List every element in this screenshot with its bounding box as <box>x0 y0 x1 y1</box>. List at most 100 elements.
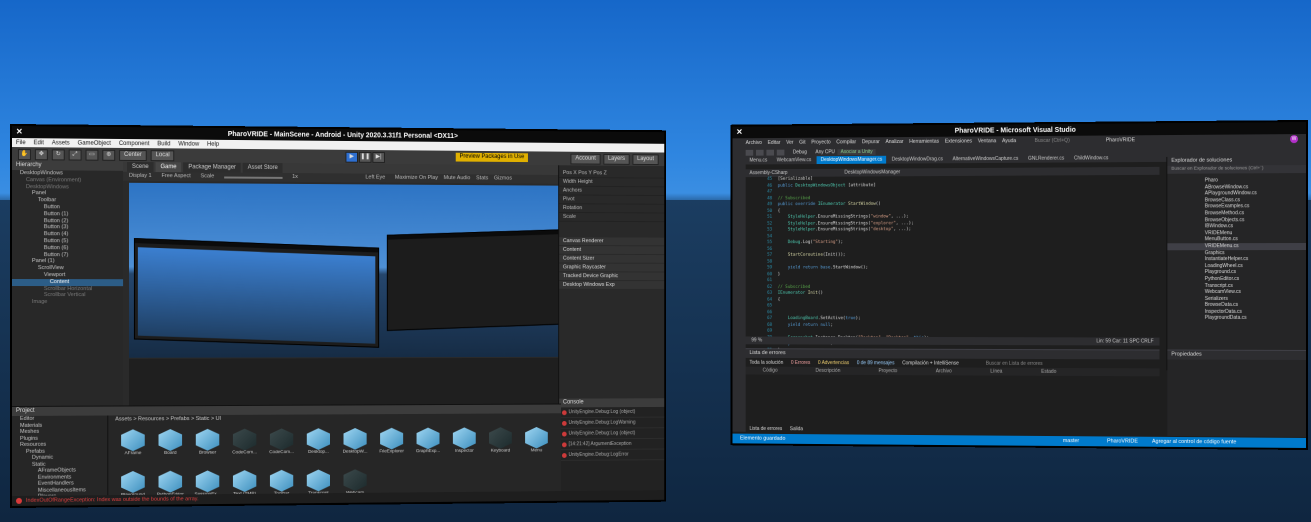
vs-window[interactable]: ✕ PharoVRIDE - Microsoft Visual Studio A… <box>730 120 1308 450</box>
inspector-component[interactable]: Content Sizer <box>559 254 665 263</box>
rotate-tool-icon[interactable]: ↻ <box>51 148 65 160</box>
tab-game[interactable]: Game <box>155 162 182 173</box>
hand-tool-icon[interactable]: ✋ <box>17 148 31 160</box>
menu-item-window[interactable]: Window <box>178 141 199 147</box>
menu-item-build[interactable]: Build <box>157 141 170 147</box>
asset-item[interactable]: Browser <box>192 427 223 465</box>
asset-item[interactable]: CodeCom... <box>229 427 260 465</box>
error-column-header[interactable]: Descripción <box>816 367 841 375</box>
option-maximize-on-play[interactable]: Maximize On Play <box>395 175 438 181</box>
scale-slider[interactable] <box>224 176 283 179</box>
vs-menu-item[interactable]: Ver <box>786 140 793 146</box>
inspector-component[interactable]: Content <box>559 245 665 255</box>
code-editor[interactable]: Assembly-CSharp DesktopWindowsManager 45… <box>745 166 1160 353</box>
console-row[interactable]: [14:21:42] ArgumentException <box>559 438 665 451</box>
option-stats[interactable]: Stats <box>476 175 488 181</box>
back-icon[interactable] <box>745 149 754 156</box>
option-gizmos[interactable]: Gizmos <box>494 175 512 181</box>
editor-tab[interactable]: GNLRenderer.cs <box>1024 155 1068 163</box>
account-dropdown[interactable]: Account <box>570 153 601 165</box>
avatar[interactable]: W <box>1290 135 1299 144</box>
editor-tab[interactable]: DesktopWindowsManager.cs <box>816 155 887 165</box>
undo-icon[interactable] <box>776 149 785 156</box>
bottom-tab[interactable]: Lista de errores <box>749 425 782 433</box>
asset-item[interactable]: AFrame <box>117 427 149 465</box>
editor-tab[interactable]: WebcamView.cs <box>773 156 815 164</box>
errors-filter[interactable]: 0 Errores <box>791 360 810 366</box>
pause-icon[interactable]: ❚❚ <box>358 151 372 163</box>
close-icon[interactable]: ✕ <box>16 127 23 136</box>
asset-item[interactable]: FileExplorer <box>376 426 407 463</box>
pivot-local-toggle[interactable]: Local <box>150 149 175 161</box>
error-column-header[interactable]: Código <box>763 367 778 375</box>
editor-tab[interactable]: DesktopWindowDrag.cs <box>888 155 947 163</box>
inspector-component[interactable]: Desktop Windows Exp <box>559 280 665 289</box>
preview-packages-badge[interactable]: Preview Packages in Use <box>455 152 528 163</box>
pivot-center-toggle[interactable]: Center <box>119 149 147 161</box>
warnings-filter[interactable]: 0 Advertencias <box>818 360 849 366</box>
asset-item[interactable]: DesktopW... <box>340 426 371 464</box>
inspector-component[interactable]: Graphic Raycaster <box>559 263 665 272</box>
asset-item[interactable]: CodeCom... <box>266 426 297 464</box>
error-column-header[interactable]: Archivo <box>936 367 952 375</box>
aspect-dropdown[interactable]: Free Aspect <box>161 172 190 181</box>
console-row[interactable]: UnityEngine.Debug:LogError <box>559 449 665 461</box>
asset-item[interactable]: GraphExp... <box>413 426 444 463</box>
tab-asset-store[interactable]: Asset Store <box>242 162 283 173</box>
rect-tool-icon[interactable]: ▭ <box>85 149 99 161</box>
menu-item-component[interactable]: Component <box>119 140 150 146</box>
vs-menu-item[interactable]: Analizar <box>885 139 903 145</box>
vs-menu-item[interactable]: Editar <box>768 140 781 146</box>
eye-dropdown[interactable]: Left Eye <box>365 174 385 183</box>
unity-window[interactable]: ✕ PharoVRIDE - MainScene - Android - Uni… <box>10 124 667 508</box>
transform-tool-icon[interactable]: ⊕ <box>102 149 116 161</box>
menu-item-assets[interactable]: Assets <box>52 140 70 146</box>
vs-menu-item[interactable]: Archivo <box>746 140 762 146</box>
vs-menu-item[interactable]: Ventana <box>978 138 996 144</box>
tab-scene[interactable]: Scene <box>127 161 154 173</box>
console-row[interactable]: UnityEngine.Debug:Log (object) <box>559 428 665 440</box>
vs-menu-item[interactable]: Git <box>799 140 805 146</box>
forward-icon[interactable] <box>756 149 764 156</box>
branch-name[interactable]: master <box>1063 436 1079 446</box>
editor-tab[interactable]: ChildWindow.cs <box>1070 154 1112 162</box>
game-viewport[interactable] <box>128 182 563 358</box>
layers-dropdown[interactable]: Layers <box>603 153 630 165</box>
option-mute-audio[interactable]: Mute Audio <box>444 175 471 181</box>
console-row[interactable]: UnityEngine.Debug:Log (object) <box>559 406 665 419</box>
move-tool-icon[interactable]: ✥ <box>34 148 48 160</box>
vs-search-input[interactable]: Buscar (Ctrl+Q) <box>1035 138 1070 144</box>
play-icon[interactable]: ▶ <box>345 151 358 163</box>
editor-tab[interactable]: AlternativeWindowsCapture.cs <box>949 155 1022 163</box>
class-dropdown[interactable]: DesktopWindowsManager <box>844 168 900 176</box>
solution-search-input[interactable]: Buscar en Explorador de soluciones (Ctrl… <box>1167 165 1307 174</box>
display-dropdown[interactable]: Display 1 <box>129 172 152 181</box>
status-right[interactable]: Agregar al control de código fuente <box>1152 437 1236 448</box>
vs-menu-item[interactable]: Proyecto <box>811 140 830 146</box>
platform-dropdown[interactable]: Any CPU <box>815 149 835 155</box>
config-dropdown[interactable]: Debug <box>793 149 807 155</box>
attach-unity-button[interactable]: Asociar a Unity <box>837 148 876 155</box>
tab-package-manager[interactable]: Package Manager <box>183 162 241 173</box>
asset-item[interactable]: Desktop... <box>303 426 334 464</box>
vs-menu-item[interactable]: Herramientas <box>909 139 939 145</box>
error-search-input[interactable]: Buscar en Lista de errores <box>986 360 1043 366</box>
repo-name[interactable]: PharoVRIDE <box>1107 436 1138 446</box>
asset-item[interactable]: Inspector <box>449 425 479 462</box>
menu-item-edit[interactable]: Edit <box>34 140 44 146</box>
save-icon[interactable] <box>766 149 774 156</box>
vs-menu-item[interactable]: Depurar <box>862 139 880 145</box>
menu-item-file[interactable]: File <box>16 140 26 146</box>
scale-tool-icon[interactable]: ⤢ <box>68 148 82 161</box>
asset-item[interactable]: Menu <box>521 425 551 462</box>
inspector-component[interactable]: Canvas Renderer <box>559 237 665 246</box>
build-dropdown[interactable]: Compilación + IntelliSense <box>902 360 959 366</box>
step-icon[interactable]: ▶| <box>372 152 385 163</box>
solution-item[interactable]: PlaygroundData.cs <box>1167 315 1306 322</box>
menu-item-help[interactable]: Help <box>207 141 219 147</box>
scope-dropdown[interactable]: Toda la solución <box>749 359 783 365</box>
console-row[interactable]: UnityEngine.Debug:LogWarning <box>559 417 665 429</box>
vs-menu-item[interactable]: Ayuda <box>1002 138 1016 144</box>
error-column-header[interactable]: Línea <box>990 368 1002 376</box>
asset-item[interactable]: Board <box>155 427 186 465</box>
